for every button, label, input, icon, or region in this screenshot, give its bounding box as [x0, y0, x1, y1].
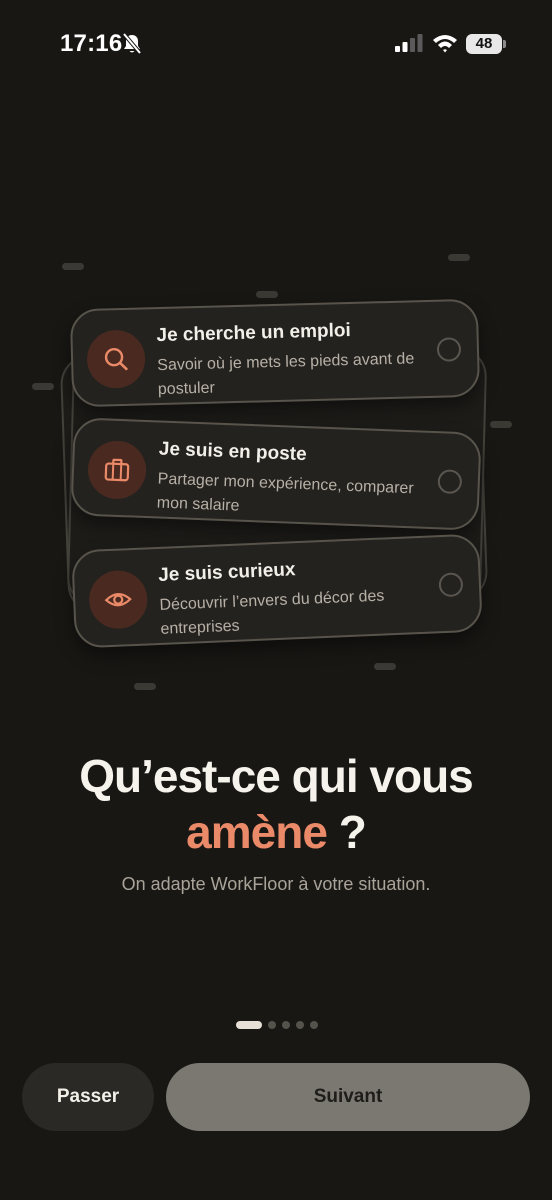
decor-dash — [374, 663, 396, 670]
cellular-signal-icon — [395, 34, 423, 52]
decor-dash — [134, 683, 156, 690]
battery-level: 48 — [466, 34, 502, 54]
page-dot — [282, 1021, 290, 1029]
option-card-employed[interactable]: Je suis en poste Partager mon expérience… — [70, 417, 482, 531]
page-dot — [296, 1021, 304, 1029]
option-title: Je suis curieux — [157, 559, 296, 586]
option-radio[interactable] — [436, 337, 462, 362]
eye-icon-container — [88, 569, 149, 630]
status-time: 17:16 — [60, 30, 123, 57]
option-card-curious[interactable]: Je suis curieux Découvrir l’envers du dé… — [71, 533, 483, 649]
onboarding-screen: 17:16 48 Je cherche un emploi Savoir où … — [0, 0, 552, 1200]
options-illustration: Je cherche un emploi Savoir où je mets l… — [0, 230, 552, 710]
bell-slash-icon — [122, 33, 142, 55]
page-dot — [268, 1021, 276, 1029]
title-suffix: ? — [326, 806, 367, 858]
battery-icon: 48 — [466, 34, 506, 54]
page-title: Qu’est-ce qui vous amène ? — [0, 748, 552, 860]
page-indicator — [236, 1021, 318, 1029]
decor-dash — [62, 263, 84, 270]
skip-button[interactable]: Passer — [22, 1063, 154, 1131]
status-bar: 17:16 48 — [0, 0, 552, 90]
option-radio[interactable] — [438, 572, 464, 598]
briefcase-icon-container — [86, 439, 148, 500]
option-title: Je cherche un emploi — [156, 320, 352, 347]
option-card-job-seeker[interactable]: Je cherche un emploi Savoir où je mets l… — [69, 298, 481, 408]
page-subtitle: On adapte WorkFloor à votre situation. — [121, 874, 431, 894]
page-dot-active — [236, 1021, 262, 1029]
title-line-1: Qu’est-ce qui vous — [79, 750, 474, 802]
page-dot — [310, 1021, 318, 1029]
decor-dash — [490, 421, 512, 428]
option-description: Partager mon expérience, comparer mon sa… — [156, 470, 414, 515]
decor-dash — [256, 291, 278, 298]
title-accent-word: amène — [186, 806, 328, 858]
option-description: Découvrir l’envers du décor des entrepri… — [159, 587, 385, 638]
briefcase-icon — [104, 458, 130, 482]
next-button[interactable]: Suivant — [166, 1063, 530, 1131]
decor-dash — [448, 254, 470, 261]
search-icon-container — [86, 329, 146, 389]
search-icon — [104, 348, 128, 371]
eye-icon — [104, 593, 132, 607]
option-description: Savoir où je mets les pieds avant de pos… — [157, 350, 415, 399]
wifi-icon — [433, 35, 457, 53]
decor-dash — [32, 383, 54, 390]
option-title: Je suis en poste — [158, 438, 308, 466]
option-radio[interactable] — [437, 469, 463, 495]
